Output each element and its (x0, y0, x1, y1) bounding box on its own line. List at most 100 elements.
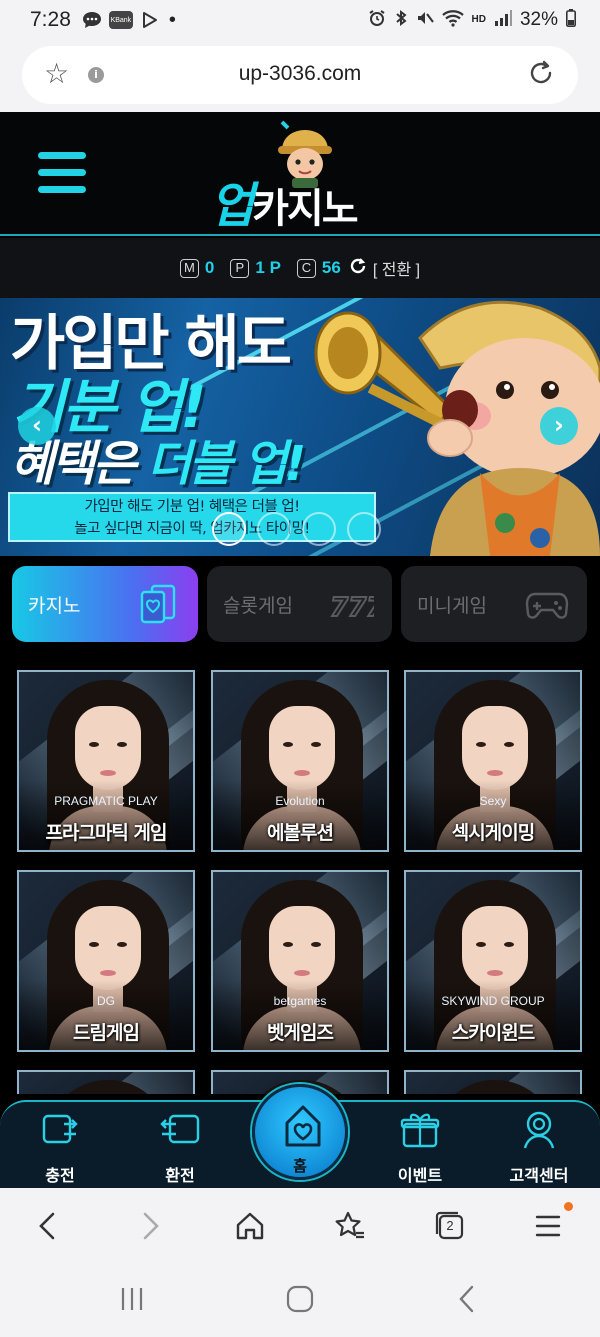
game-card[interactable]: Evolution 에볼루션 (211, 670, 389, 852)
tabs-icon[interactable]: 2 (428, 1204, 472, 1248)
game-provider-logo: betgames (273, 994, 327, 1008)
game-card[interactable]: DG 드림게임 (17, 870, 195, 1052)
bookmarks-icon[interactable] (328, 1204, 372, 1248)
nav-exchange[interactable]: 환전 (125, 1108, 235, 1186)
category-tab-slot[interactable]: 슬롯게임 777 (207, 566, 392, 642)
nav-exchange-label: 환전 (165, 1166, 195, 1185)
nav-support-label: 고객센터 (509, 1166, 569, 1185)
mute-icon (416, 9, 434, 31)
game-title: 에볼루션 (267, 822, 334, 844)
game-provider-logo: PRAGMATIC PLAY (54, 794, 158, 808)
banner-dot[interactable] (212, 512, 246, 546)
game-title: 드림게임 (73, 1022, 140, 1044)
forward-icon[interactable] (128, 1204, 172, 1248)
hd-voice-indicator: HD (471, 14, 486, 25)
game-provider-logo: Sexy (479, 794, 507, 808)
logo-casino-text: 카지노 (252, 186, 358, 232)
site-header: 업카지노 (0, 112, 600, 236)
menu-icon[interactable] (526, 1204, 570, 1248)
banner-dot[interactable] (302, 512, 336, 546)
wifi-icon (441, 9, 464, 31)
android-home-icon[interactable] (285, 1284, 315, 1314)
nav-event[interactable]: 이벤트 (365, 1108, 475, 1186)
banner-prev-button[interactable]: ‹ (18, 407, 56, 445)
customer-support-icon (523, 1111, 555, 1149)
banner-headline-1: 가입만 해도 (10, 309, 292, 379)
game-card[interactable]: PRAGMATIC PLAY 프라그마틱 게임 (17, 670, 195, 852)
game-card[interactable]: Sexy 섹시게이밍 (404, 670, 582, 852)
nav-event-label: 이벤트 (397, 1166, 443, 1185)
category-tab-label: 미니게임 (417, 594, 487, 617)
android-nav-bar (0, 1262, 600, 1337)
game-card-partial[interactable] (404, 1070, 582, 1094)
banner-headline-3-highlight: 더블 업! (147, 436, 306, 492)
home-heart-icon (285, 1105, 321, 1147)
nav-charge-label: 충전 (45, 1166, 75, 1185)
nav-home-label: 홈 (293, 1157, 307, 1175)
logo-mascot-icon (278, 120, 332, 188)
svg-text:777: 777 (330, 593, 374, 623)
category-tab-casino[interactable]: 카지노 (12, 566, 198, 642)
url-text[interactable]: up-3036.com (22, 62, 578, 86)
site-logo[interactable]: 업카지노 (210, 120, 400, 232)
game-card[interactable]: betgames 벳게임즈 (211, 870, 389, 1052)
message-icon (81, 11, 103, 29)
banner-dot[interactable] (257, 512, 291, 546)
money-value: 0 (204, 258, 215, 277)
back-icon[interactable] (26, 1204, 70, 1248)
nav-charge[interactable]: 충전 (5, 1108, 115, 1186)
coupon-value: 56 (321, 258, 341, 277)
banner-headline-3-prefix: 혜택은 (10, 436, 148, 492)
cards-icon (140, 584, 176, 624)
menu-notification-dot (564, 1202, 573, 1211)
address-bar[interactable]: ☆ i up-3036.com (22, 46, 578, 104)
kbank-app-icon: KBank (108, 11, 133, 29)
game-title: 스카이윈드 (451, 1022, 535, 1044)
home-icon[interactable] (228, 1204, 272, 1248)
browser-toolbar: ☆ i up-3036.com (0, 40, 600, 112)
alarm-icon (368, 9, 386, 31)
slot-777-icon: 777 (330, 592, 374, 624)
recent-apps-icon[interactable] (118, 1286, 146, 1312)
site-bottom-nav: 충전 환전 홈 이벤트 고객센터 (0, 1084, 600, 1188)
convert-button[interactable]: [ 전환 ] (373, 256, 420, 280)
money-badge: M (179, 258, 199, 278)
signal-icon (494, 10, 512, 30)
banner-pagination (212, 512, 381, 546)
category-tab-label: 슬롯게임 (223, 594, 293, 617)
exchange-icon (160, 1114, 200, 1144)
game-provider-logo: DG (97, 994, 115, 1008)
game-title: 섹시게이밍 (451, 822, 535, 844)
reload-icon[interactable] (526, 58, 556, 94)
nav-home-button[interactable]: 홈 (252, 1084, 348, 1180)
status-bar: 7:28 KBank • HD 32% (0, 0, 600, 40)
game-card[interactable]: SKYWIND GROUP 스카이윈드 (404, 870, 582, 1052)
banner-headline-3: 혜택은 더블 업! (10, 436, 306, 492)
point-value: 1 P (255, 258, 281, 277)
category-tab-label: 카지노 (28, 594, 81, 617)
hamburger-menu-icon[interactable] (38, 152, 86, 194)
point-badge: P (230, 258, 250, 278)
status-time: 7:28 (30, 8, 71, 31)
bluetooth-icon (394, 9, 408, 31)
gift-icon (400, 1113, 440, 1148)
gamepad-icon (525, 592, 569, 619)
game-provider-logo: Evolution (275, 794, 325, 808)
banner-dot[interactable] (347, 512, 381, 546)
game-provider-logo: SKYWIND GROUP (441, 994, 545, 1008)
game-card-partial[interactable] (17, 1070, 195, 1094)
tab-count: 2 (446, 1218, 454, 1233)
battery-percent: 32% (519, 9, 558, 30)
coupon-badge: C (296, 258, 316, 278)
browser-bottom-bar: 2 (0, 1188, 600, 1262)
android-back-icon[interactable] (456, 1284, 478, 1314)
notification-dot-icon: • (168, 8, 176, 31)
category-tab-mini[interactable]: 미니게임 (401, 566, 587, 642)
battery-icon (566, 9, 576, 31)
game-title: 벳게임즈 (267, 1022, 334, 1044)
nav-support[interactable]: 고객센터 (484, 1108, 594, 1186)
banner-next-button[interactable]: › (540, 407, 578, 445)
refresh-icon[interactable] (349, 257, 367, 280)
play-store-icon (139, 11, 161, 29)
charge-icon (42, 1114, 78, 1144)
